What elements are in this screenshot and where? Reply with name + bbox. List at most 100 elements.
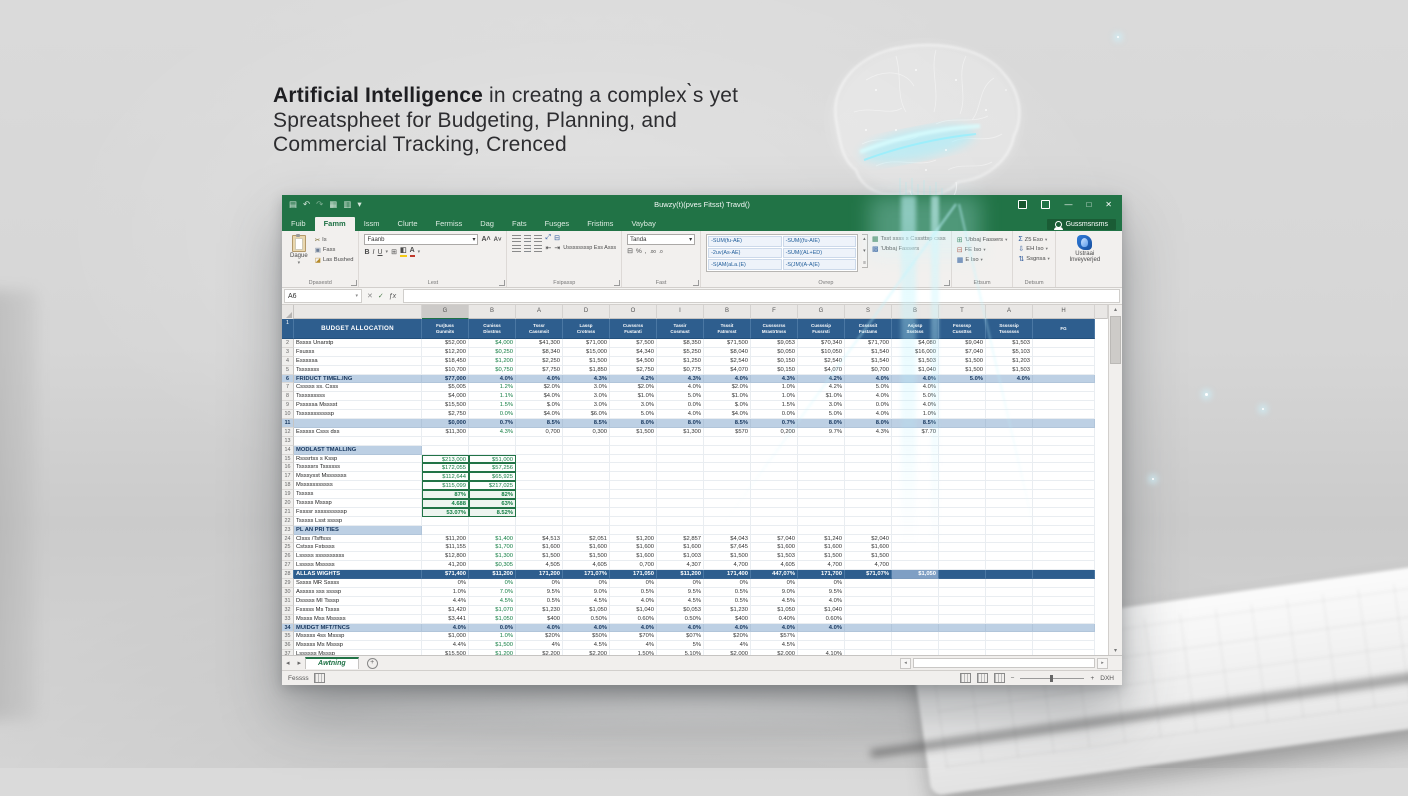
cell[interactable] — [610, 481, 657, 490]
cell[interactable] — [751, 517, 798, 526]
cell[interactable]: 87% — [422, 490, 469, 499]
cell[interactable]: $1,300 — [469, 552, 516, 561]
cell[interactable]: 0.0% — [469, 410, 516, 419]
cell[interactable]: 4.688 — [422, 499, 469, 508]
align-bottom-icon[interactable] — [534, 235, 542, 242]
cell[interactable] — [939, 419, 986, 428]
row-number[interactable]: 2 — [282, 339, 294, 348]
cell[interactable]: 0,300 — [563, 428, 610, 437]
cell[interactable]: $1,503 — [986, 339, 1033, 348]
formula-input[interactable] — [403, 289, 1120, 303]
macro-record-icon[interactable] — [314, 673, 325, 683]
column-header-S[interactable]: S — [845, 305, 892, 319]
cell[interactable]: $11,200 — [422, 535, 469, 544]
cell[interactable] — [986, 499, 1033, 508]
cell[interactable]: $2,200 — [516, 650, 563, 655]
font-name-combo[interactable]: Faanb▾ — [364, 234, 478, 245]
cell[interactable] — [939, 392, 986, 401]
align-left-icon[interactable] — [512, 245, 521, 252]
cell[interactable] — [657, 472, 704, 481]
cell[interactable] — [939, 579, 986, 588]
cell[interactable]: $2,540 — [704, 357, 751, 366]
cell[interactable]: $2.0% — [704, 383, 751, 392]
cell[interactable]: 1.5% — [469, 401, 516, 410]
decrease-decimal-icon[interactable]: .0 — [659, 249, 663, 254]
hscroll-left-icon[interactable]: ◂ — [900, 658, 911, 669]
row-label-cell[interactable]: Psssssa Msssst — [294, 401, 422, 410]
cell[interactable]: $1,500 — [563, 357, 610, 366]
cell[interactable]: $4,500 — [610, 357, 657, 366]
cell[interactable] — [751, 437, 798, 446]
cell-fg[interactable] — [1033, 357, 1095, 366]
cell-fg[interactable] — [1033, 535, 1095, 544]
cell[interactable] — [986, 428, 1033, 437]
row-label-cell[interactable]: Rsssrtss s Kssp — [294, 455, 422, 464]
cell-fg[interactable] — [1033, 552, 1095, 561]
cell[interactable]: 4,307 — [657, 561, 704, 570]
cell[interactable]: 4.3% — [563, 375, 610, 384]
cell[interactable] — [892, 632, 939, 641]
cell-fg[interactable] — [1033, 570, 1095, 579]
cell[interactable] — [939, 570, 986, 579]
delete-cells-button[interactable]: ⊟FE Iso ▾ — [957, 246, 1008, 254]
cell[interactable]: 4.0% — [657, 383, 704, 392]
cell[interactable] — [939, 535, 986, 544]
cell[interactable]: $1,500 — [516, 552, 563, 561]
column-header-B[interactable]: B — [469, 305, 516, 319]
cell[interactable]: 171,400 — [704, 570, 751, 579]
row-number[interactable]: 19 — [282, 490, 294, 499]
cell[interactable] — [845, 615, 892, 624]
cell[interactable]: $0,750 — [469, 366, 516, 375]
cell[interactable]: $4,513 — [516, 535, 563, 544]
cell[interactable]: $1,040 — [892, 366, 939, 375]
cell[interactable] — [939, 641, 986, 650]
zoom-slider[interactable] — [1020, 678, 1084, 679]
cell[interactable]: $1,070 — [469, 606, 516, 615]
cancel-icon[interactable]: ✕ — [367, 292, 373, 300]
row-number[interactable]: 29 — [282, 579, 294, 588]
column-header-G[interactable]: G — [798, 305, 845, 319]
fill-button[interactable]: ⇩EH Iso ▾ — [1018, 245, 1049, 253]
cell[interactable] — [704, 463, 751, 472]
cell[interactable]: 63% — [469, 499, 516, 508]
cell[interactable]: 3.0% — [798, 401, 845, 410]
enter-icon[interactable]: ✓ — [378, 292, 384, 300]
header-cell[interactable]: AsjsspSsstsss — [892, 319, 939, 339]
row-label-cell[interactable]: Tsssssrs Tssssss — [294, 463, 422, 472]
cell[interactable] — [892, 552, 939, 561]
cell[interactable] — [704, 455, 751, 464]
cell[interactable]: 4.4% — [422, 597, 469, 606]
style-gallery-item[interactable]: -SUM((fu-AIE) — [783, 236, 857, 247]
row-label-cell[interactable]: Fssssr ssssssssssp — [294, 508, 422, 517]
cell[interactable]: $70% — [610, 632, 657, 641]
cell[interactable]: $0,250 — [469, 348, 516, 357]
cell[interactable]: $1,230 — [704, 606, 751, 615]
cell-fg[interactable] — [1033, 348, 1095, 357]
comma-format-icon[interactable]: , — [645, 248, 647, 255]
cell[interactable] — [469, 437, 516, 446]
cell[interactable] — [892, 463, 939, 472]
cell[interactable] — [892, 535, 939, 544]
cell[interactable] — [516, 526, 563, 535]
cell[interactable] — [892, 606, 939, 615]
cell[interactable] — [986, 641, 1033, 650]
column-header-B[interactable]: B — [892, 305, 939, 319]
cell[interactable]: $2,250 — [516, 357, 563, 366]
number-dialog-launcher[interactable] — [693, 280, 699, 286]
cell[interactable]: 0.7% — [751, 419, 798, 428]
vertical-scrollbar[interactable]: ▴ ▾ — [1108, 305, 1122, 655]
column-header-A[interactable]: A — [516, 305, 563, 319]
cell[interactable]: $7,500 — [610, 339, 657, 348]
cell[interactable] — [939, 624, 986, 633]
cell[interactable]: 5.0% — [892, 392, 939, 401]
cell[interactable]: $400 — [704, 615, 751, 624]
cell[interactable]: 0.5% — [704, 597, 751, 606]
cell[interactable]: $4.0% — [516, 410, 563, 419]
header-cell[interactable]: CussssrssMrastrtmss — [751, 319, 798, 339]
cell[interactable]: 1.2% — [469, 383, 516, 392]
cell[interactable] — [563, 490, 610, 499]
cell[interactable] — [892, 543, 939, 552]
cell-fg[interactable] — [1033, 499, 1095, 508]
cell-fg[interactable] — [1033, 419, 1095, 428]
cell[interactable] — [469, 446, 516, 455]
